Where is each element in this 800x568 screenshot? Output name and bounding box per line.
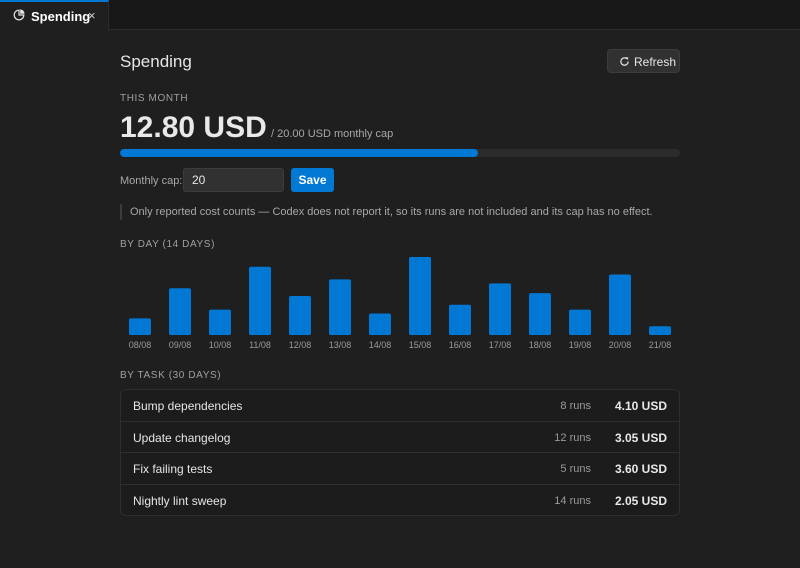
spend-progress-bar: [120, 149, 680, 157]
by-task-label: BY TASK (30 DAYS): [120, 370, 222, 381]
bar-08-08[interactable]: [129, 318, 151, 335]
x-tick-label: 12/08: [289, 340, 312, 350]
bar-15-08[interactable]: [409, 257, 431, 335]
x-tick-label: 11/08: [249, 340, 271, 350]
bar-16-08[interactable]: [449, 304, 471, 335]
tab-spending[interactable]: Spending ×: [0, 0, 109, 31]
page-title: Spending: [120, 52, 192, 71]
tab-bar: Spending ×: [0, 0, 800, 31]
x-tick-label: 17/08: [489, 340, 512, 350]
x-tick-label: 10/08: [209, 340, 232, 350]
daily-spend-chart: 08/08 09/08 10/08 11/08 12/08 13/08 14/08 15/08…: [120, 255, 680, 356]
bar-13-08[interactable]: [329, 279, 351, 335]
tab-label: Spending: [31, 9, 91, 24]
bar-20-08[interactable]: [609, 274, 631, 335]
task-cost: 4.10 USD: [614, 399, 667, 413]
x-tick-label: 08/08: [129, 340, 152, 350]
bar-17-08[interactable]: [489, 283, 511, 335]
task-runs: 14 runs: [554, 494, 591, 507]
month-amount: 12.80 USD: [120, 111, 267, 144]
x-tick-label: 13/08: [329, 340, 352, 350]
task-cost: 3.60 USD: [614, 462, 667, 476]
monthly-cap-text: / 20.00 USD monthly cap: [271, 128, 394, 140]
task-row[interactable]: Fix failing tests 5 runs 3.60 USD: [121, 453, 679, 485]
bar-chart-svg: 08/08 09/08 10/08 11/08 12/08 13/08 14/08 15/08…: [129, 257, 672, 350]
x-tick-label: 15/08: [409, 340, 432, 350]
x-tick-label: 20/08: [609, 340, 632, 350]
bar-12-08[interactable]: [289, 296, 311, 335]
task-name: Nightly lint sweep: [133, 493, 227, 508]
x-tick-label: 14/08: [369, 340, 392, 350]
refresh-label: Refresh: [634, 55, 677, 69]
task-name: Bump dependencies: [133, 399, 243, 413]
refresh-button[interactable]: Refresh: [607, 49, 680, 73]
bar-18-08[interactable]: [529, 293, 551, 335]
this-month-label: THIS MONTH: [120, 93, 189, 104]
task-runs: 5 runs: [560, 463, 591, 475]
task-table: Bump dependencies 8 runs 4.10 USD Update ch…: [120, 389, 680, 516]
task-row[interactable]: Nightly lint sweep 14 runs 2.05 USD: [121, 485, 679, 516]
task-cost: 2.05 USD: [614, 493, 667, 508]
monthly-cap-label: Monthly cap:: [120, 175, 183, 187]
by-day-label: BY DAY (14 DAYS): [120, 239, 216, 250]
bar-09-08[interactable]: [169, 288, 191, 335]
monthly-cap-input[interactable]: [183, 168, 284, 192]
spend-progress-fill: [120, 149, 479, 157]
task-name: Fix failing tests: [133, 462, 213, 476]
bar-14-08[interactable]: [369, 313, 391, 335]
cost-note: Only reported cost counts — Codex does n…: [120, 204, 653, 220]
task-runs: 8 runs: [560, 400, 591, 412]
x-tick-label: 18/08: [529, 340, 552, 350]
x-tick-label: 21/08: [649, 340, 672, 350]
x-tick-label: 16/08: [449, 340, 472, 350]
bar-21-08[interactable]: [649, 326, 671, 335]
close-icon[interactable]: ×: [88, 8, 96, 23]
x-tick-label: 09/08: [169, 340, 192, 350]
bar-19-08[interactable]: [569, 309, 591, 335]
chart-pie-icon: [13, 9, 25, 21]
task-row[interactable]: Update changelog 12 runs 3.05 USD: [121, 422, 679, 453]
task-cost: 3.05 USD: [614, 430, 667, 445]
task-runs: 12 runs: [554, 431, 591, 444]
task-row[interactable]: Bump dependencies 8 runs 4.10 USD: [121, 390, 679, 422]
x-tick-label: 19/08: [569, 340, 592, 350]
bar-11-08[interactable]: [249, 266, 271, 335]
task-name: Update changelog: [133, 430, 231, 445]
bar-10-08[interactable]: [209, 309, 231, 335]
save-button[interactable]: Save: [291, 168, 334, 192]
refresh-icon: [620, 57, 629, 66]
